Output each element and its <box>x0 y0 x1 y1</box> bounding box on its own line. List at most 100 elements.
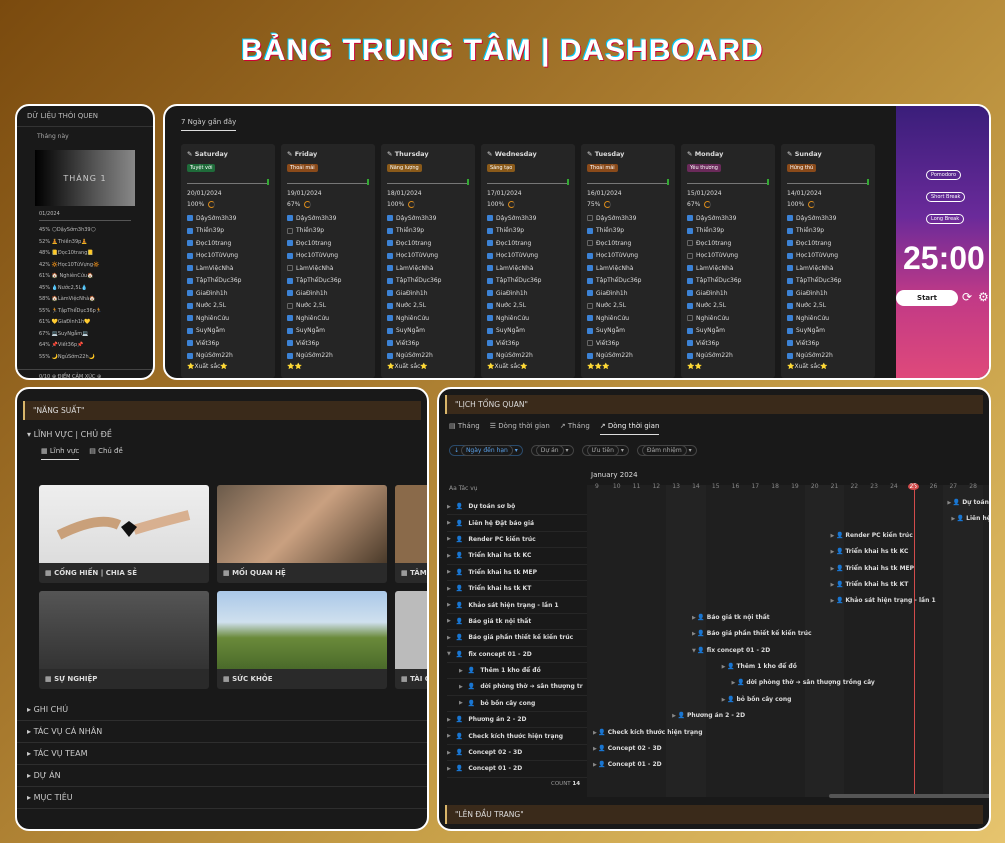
habit-check-row[interactable]: Đọc10trang <box>787 237 869 250</box>
checkbox[interactable] <box>787 277 793 284</box>
task-row[interactable]: ▶ 👤 bỏ bồn cây cong <box>447 696 587 713</box>
chevron-right-icon[interactable]: ▶ <box>447 553 451 559</box>
timeline-bar[interactable]: ▶ 👤 Triển khai hs tk KT <box>831 581 909 588</box>
habit-check-row[interactable]: TậpThểDục36p <box>587 275 669 288</box>
checkbox[interactable] <box>687 352 693 359</box>
filter-priority[interactable]: Ưu tiên ▾ <box>581 445 629 456</box>
day-card[interactable]: ✎ Monday Yêu thương 15/01/2024 67% DậySớm3h3… <box>681 144 775 378</box>
habit-check-row[interactable]: Học10TừVựng <box>687 250 769 263</box>
checkbox[interactable] <box>287 340 293 347</box>
habit-check-row[interactable]: Học10TừVựng <box>287 250 369 263</box>
task-row[interactable]: ▶ 👤 Liên hệ Đặt báo giá <box>447 515 587 532</box>
chevron-right-icon[interactable]: ▶ <box>447 618 451 624</box>
checkbox[interactable] <box>587 290 593 297</box>
checkbox[interactable] <box>187 240 193 247</box>
checkbox[interactable] <box>787 315 793 322</box>
habit-check-row[interactable]: NghiênCứu <box>387 312 469 325</box>
habit-check-row[interactable]: Viết36p <box>587 337 669 350</box>
checkbox[interactable] <box>387 327 393 334</box>
checkbox[interactable] <box>787 302 793 309</box>
checkbox[interactable] <box>687 227 693 234</box>
habit-check-row[interactable]: Viết36p <box>287 337 369 350</box>
tab-timeline-2[interactable]: ↗ Dòng thời gian <box>599 422 660 435</box>
habit-check-row[interactable]: Nước 2,5L <box>787 300 869 313</box>
section-toggle[interactable]: ▸ MỤC TIÊU <box>17 787 427 809</box>
tab-month[interactable]: ▤ Tháng <box>449 422 480 435</box>
checkbox[interactable] <box>787 215 793 222</box>
timeline-bar[interactable]: ▶ 👤 Báo giá phần thiết kế kiến trúc <box>692 630 812 637</box>
day-card[interactable]: ✎ Friday Thoải mái 19/01/2024 67% DậySớm3h39… <box>281 144 375 378</box>
habit-check-row[interactable]: TậpThểDục36p <box>387 275 469 288</box>
checkbox[interactable] <box>587 215 593 222</box>
checkbox[interactable] <box>787 227 793 234</box>
habit-check-row[interactable]: Đọc10trang <box>187 237 269 250</box>
timeline-bar[interactable]: ▶ 👤 Triển khai hs tk MEP <box>831 565 915 572</box>
habit-check-row[interactable]: LàmViệcNhà <box>787 262 869 275</box>
habit-check-row[interactable]: Nước 2,5L <box>687 300 769 313</box>
timeline-bar[interactable]: ▶ 👤 Thêm 1 kho để đồ <box>722 663 797 670</box>
checkbox[interactable] <box>387 215 393 222</box>
habit-check-row[interactable]: TậpThểDục36p <box>187 275 269 288</box>
habit-check-row[interactable]: Thiền39p <box>487 225 569 238</box>
checkbox[interactable] <box>487 340 493 347</box>
checkbox[interactable] <box>487 215 493 222</box>
habit-check-row[interactable]: Nước 2,5L <box>387 300 469 313</box>
habit-check-row[interactable]: Đọc10trang <box>487 237 569 250</box>
checkbox[interactable] <box>587 352 593 359</box>
chevron-right-icon[interactable]: ▶ <box>459 700 463 706</box>
checkbox[interactable] <box>187 302 193 309</box>
pomodoro-button[interactable]: Pomodoro <box>926 170 962 180</box>
checkbox[interactable] <box>487 290 493 297</box>
tab-month-2[interactable]: ↗ Tháng <box>560 422 590 435</box>
habit-check-row[interactable]: LàmViệcNhà <box>687 262 769 275</box>
checkbox[interactable] <box>687 290 693 297</box>
task-row[interactable]: ▶ 👤 Báo giá phần thiết kế kiến trúc <box>447 630 587 647</box>
habit-check-row[interactable]: Viết36p <box>687 337 769 350</box>
habit-check-row[interactable]: Đọc10trang <box>387 237 469 250</box>
chevron-right-icon[interactable]: ▶ <box>447 602 451 608</box>
habit-check-row[interactable]: SuyNgẫm <box>587 325 669 338</box>
task-row[interactable]: ▶ 👤 Báo giá tk nội thất <box>447 614 587 631</box>
checkbox[interactable] <box>387 240 393 247</box>
timeline-bar[interactable]: ▶ 👤 Báo giá tk nội thất <box>692 614 770 621</box>
habit-check-row[interactable]: LàmViệcNhà <box>387 262 469 275</box>
timeline-bar[interactable]: ▶ 👤 Phương án 2 - 2D <box>672 712 745 719</box>
habit-check-row[interactable]: LàmViệcNhà <box>487 262 569 275</box>
chevron-right-icon[interactable]: ▶ <box>459 684 463 690</box>
day-card[interactable]: ✎ Sunday Hứng thú 14/01/2024 100% DậySớm3h39… <box>781 144 875 378</box>
habit-check-row[interactable]: Học10TừVựng <box>787 250 869 263</box>
timeline-bar[interactable]: ▶ 👤 Check kích thước hiện trạng <box>593 729 703 736</box>
habit-check-row[interactable]: TậpThểDục36p <box>787 275 869 288</box>
section-toggle[interactable]: ▸ GHI CHÚ <box>17 699 427 721</box>
card-mind[interactable]: ▦ TÂM <box>395 485 427 583</box>
checkbox[interactable] <box>587 277 593 284</box>
checkbox[interactable] <box>387 352 393 359</box>
checkbox[interactable] <box>687 302 693 309</box>
checkbox[interactable] <box>787 352 793 359</box>
habit-check-row[interactable]: GiaĐình1h <box>287 287 369 300</box>
checkbox[interactable] <box>587 240 593 247</box>
habit-check-row[interactable]: Nước 2,5L <box>187 300 269 313</box>
long-break-button[interactable]: Long Break <box>926 214 965 224</box>
task-row[interactable]: ▶ 👤 Concept 02 - 3D <box>447 745 587 762</box>
checkbox[interactable] <box>787 240 793 247</box>
habit-check-row[interactable]: SuyNgẫm <box>287 325 369 338</box>
timeline-grid[interactable]: 910111213141516171819202122232425262728▶… <box>587 483 989 797</box>
checkbox[interactable] <box>587 340 593 347</box>
chevron-right-icon[interactable]: ▶ <box>447 520 451 526</box>
habit-check-row[interactable]: NgủSớm22h <box>687 350 769 363</box>
habit-check-row[interactable]: DậySớm3h39 <box>587 212 669 225</box>
habit-check-row[interactable]: NgủSớm22h <box>487 350 569 363</box>
habit-check-row[interactable]: Thiền39p <box>387 225 469 238</box>
habit-check-row[interactable]: GiaĐình1h <box>387 287 469 300</box>
checkbox[interactable] <box>787 252 793 259</box>
checkbox[interactable] <box>487 252 493 259</box>
checkbox[interactable] <box>387 290 393 297</box>
habit-check-row[interactable]: NgủSớm22h <box>287 350 369 363</box>
chevron-right-icon[interactable]: ▶ <box>447 536 451 542</box>
chevron-right-icon[interactable]: ▶ <box>447 717 451 723</box>
start-button[interactable]: Start <box>896 290 958 306</box>
timeline-bar[interactable]: ▶ 👤 Triển khai hs tk KC <box>831 548 909 555</box>
checkbox[interactable] <box>487 352 493 359</box>
checkbox[interactable] <box>587 315 593 322</box>
